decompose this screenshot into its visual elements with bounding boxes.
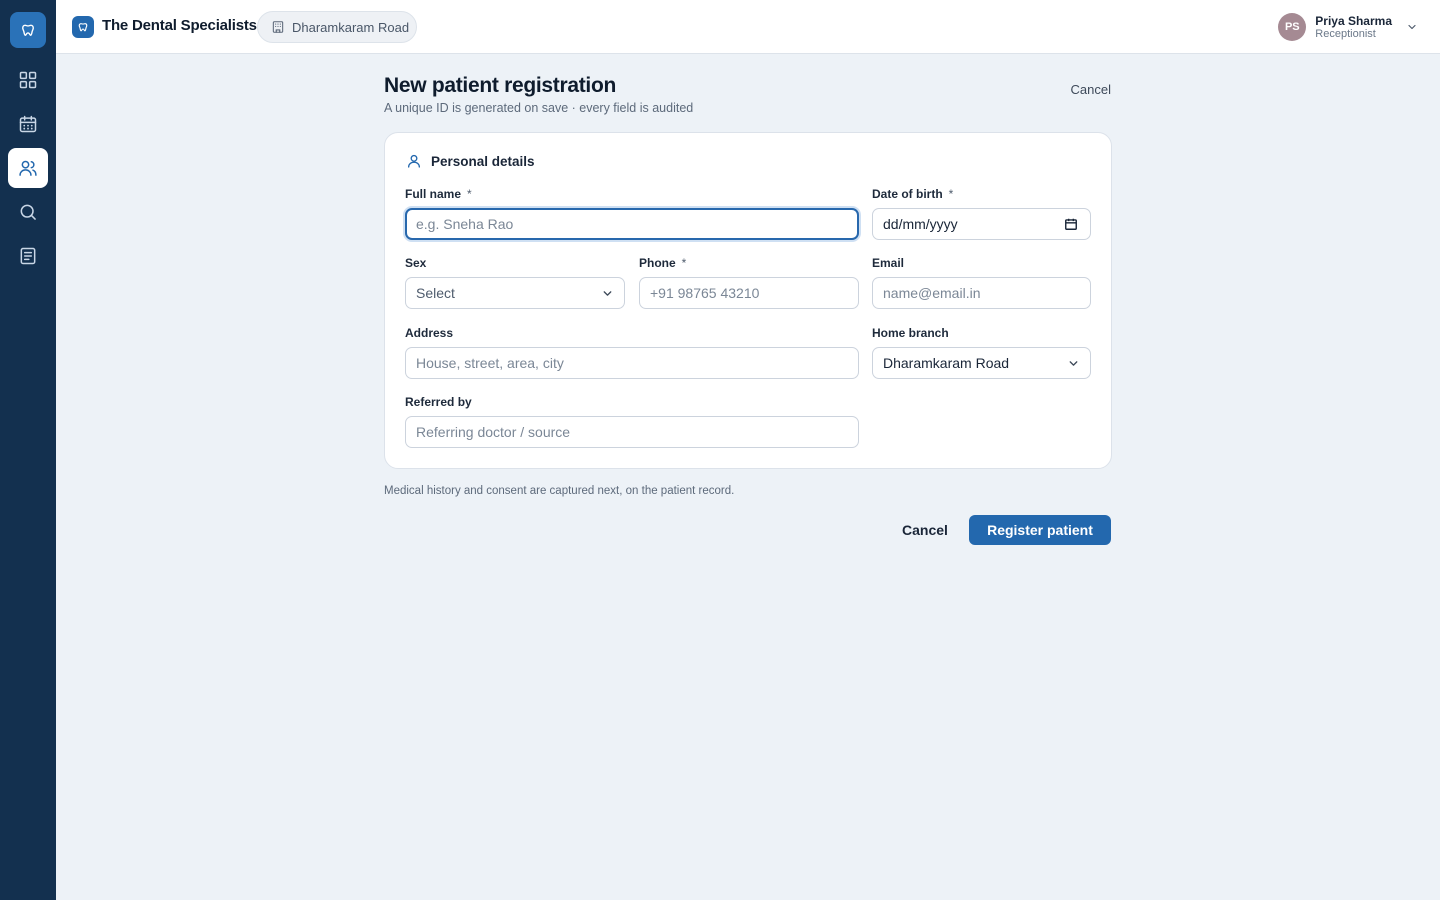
full-name-label: Full name * [405, 187, 472, 201]
page-title: New patient registration [384, 74, 617, 97]
register-patient-button[interactable]: Register patient [969, 515, 1111, 545]
cancel-button[interactable]: Cancel [892, 516, 958, 544]
user-role: Receptionist [1315, 27, 1376, 40]
sidebar [0, 0, 56, 900]
top-header: The Dental Specialists Dharamkaram Road … [56, 0, 1440, 54]
sex-label: Sex [405, 256, 426, 270]
address-label: Address [405, 326, 453, 340]
referred-by-placeholder: Referring doctor / source [416, 424, 571, 440]
app-logo[interactable] [10, 12, 46, 48]
patients-icon [19, 160, 37, 176]
sidebar-item-documents[interactable] [8, 236, 48, 276]
calendar-picker-icon[interactable] [1064, 217, 1078, 234]
email-label-text: Email [872, 256, 905, 270]
building-icon [272, 21, 284, 33]
user-name: Priya Sharma [1315, 13, 1392, 28]
phone-placeholder: +91 98765 43210 [650, 285, 760, 301]
calendar-icon [19, 115, 37, 133]
sex-label-text: Sex [405, 256, 427, 270]
chevron-down-icon [1406, 21, 1418, 33]
dob-input[interactable]: dd/mm/yyyy [872, 208, 1091, 240]
referred-by-label-text: Referred by [405, 395, 472, 409]
dashboard-grid-icon [19, 71, 37, 89]
phone-label-text: Phone [639, 256, 676, 270]
sidebar-item-calendar[interactable] [8, 104, 48, 144]
header-cancel-link[interactable]: Cancel [1071, 82, 1111, 97]
dob-label: Date of birth * [872, 187, 953, 201]
referred-by-label: Referred by [405, 395, 472, 409]
email-label: Email [872, 256, 904, 270]
avatar: PS [1278, 13, 1307, 41]
section-header: Personal details [406, 153, 535, 169]
brand-name: The Dental Specialists [102, 17, 257, 34]
tooth-icon [22, 24, 34, 36]
home-branch-label-text: Home branch [872, 326, 949, 340]
user-info: Priya Sharma Receptionist [1315, 14, 1392, 41]
email-placeholder: name@email.in [883, 285, 981, 301]
referred-by-input[interactable]: Referring doctor / source [405, 416, 859, 448]
phone-input[interactable]: +91 98765 43210 [639, 277, 859, 309]
address-placeholder: House, street, area, city [416, 355, 564, 371]
chevron-down-icon [601, 287, 614, 303]
page-subtitle: A unique ID is generated on save · every… [384, 101, 694, 115]
footer-note: Medical history and consent are captured… [384, 485, 735, 497]
personal-details-card: Personal details Full name * e.g. Sneha R… [384, 132, 1112, 469]
home-branch-selected-value: Dharamkaram Road [883, 355, 1010, 371]
required-mark: * [467, 187, 472, 201]
phone-label: Phone * [639, 256, 686, 270]
full-name-label-text: Full name [405, 187, 462, 201]
email-input[interactable]: name@email.in [872, 277, 1091, 309]
address-label-text: Address [405, 326, 454, 340]
sidebar-item-search[interactable] [8, 192, 48, 232]
tooth-icon [78, 23, 88, 32]
sidebar-item-patients[interactable] [8, 148, 48, 188]
sex-selected-value: Select [416, 285, 455, 301]
address-input[interactable]: House, street, area, city [405, 347, 859, 379]
required-mark: * [948, 187, 954, 201]
branch-selector[interactable]: Dharamkaram Road [257, 11, 417, 43]
search-icon [20, 204, 36, 220]
dob-label-text: Date of birth [872, 187, 943, 201]
dob-placeholder: dd/mm/yyyy [883, 216, 958, 232]
user-menu[interactable]: PS Priya Sharma Receptionist [1278, 12, 1418, 42]
full-name-placeholder: e.g. Sneha Rao [416, 216, 514, 232]
section-title: Personal details [431, 153, 535, 169]
sex-select[interactable]: Select [405, 277, 625, 309]
document-icon [20, 247, 36, 265]
full-name-input[interactable]: e.g. Sneha Rao [405, 208, 859, 240]
branch-name: Dharamkaram Road [292, 19, 410, 35]
home-branch-label: Home branch [872, 326, 949, 340]
home-branch-select[interactable]: Dharamkaram Road [872, 347, 1091, 379]
required-mark: * [681, 256, 687, 270]
person-icon [408, 154, 420, 168]
sidebar-item-dashboard[interactable] [8, 60, 48, 100]
brand-logo[interactable] [72, 16, 94, 38]
chevron-down-icon [1067, 357, 1080, 373]
